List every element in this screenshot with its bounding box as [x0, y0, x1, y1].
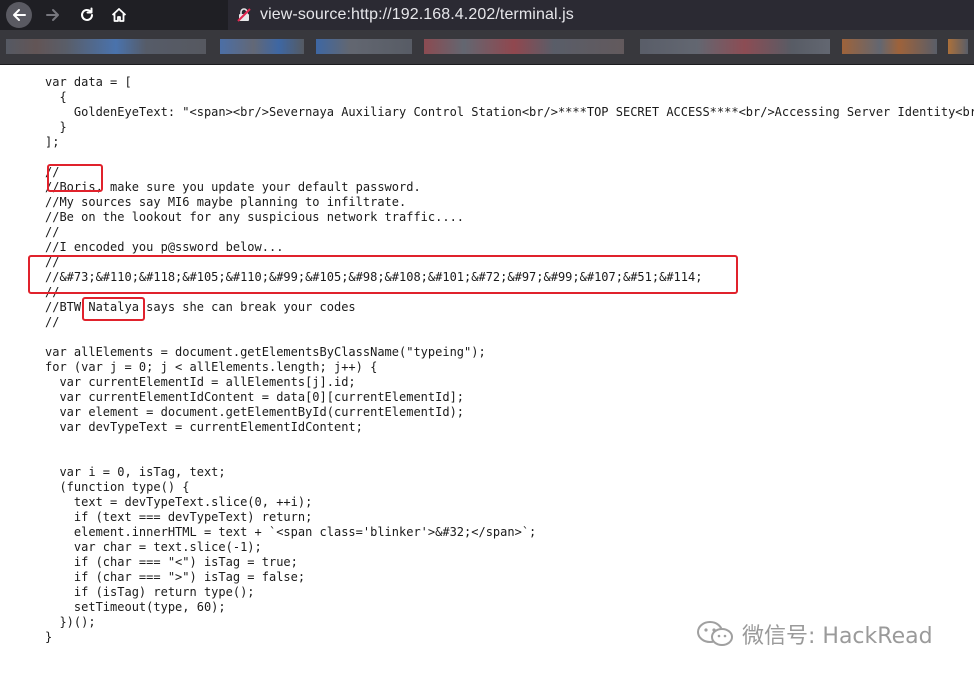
- source-line: var char = text.slice(-1);: [45, 540, 262, 554]
- source-line: for (var j = 0; j < allElements.length; …: [45, 360, 378, 374]
- bookmark-item[interactable]: [424, 39, 624, 54]
- source-line: [45, 450, 974, 465]
- source-line: var element = document.getElementById(cu…: [45, 405, 465, 419]
- source-line: var currentElementIdContent = data[0][cu…: [45, 390, 465, 404]
- bookmark-item[interactable]: [220, 39, 304, 54]
- bookmark-item[interactable]: [6, 39, 206, 54]
- reload-icon: [81, 7, 93, 21]
- source-line: var currentElementId = allElements[j].id…: [45, 375, 356, 389]
- bookmark-item[interactable]: [948, 39, 968, 54]
- home-icon: [111, 8, 127, 22]
- source-line: //My sources say MI6 maybe planning to i…: [45, 195, 407, 209]
- watermark-text: 微信号: HackRead: [742, 624, 933, 649]
- source-line: }: [45, 120, 67, 134]
- browser-toolbar: view-source:http://192.168.4.202/termina…: [0, 0, 974, 30]
- source-line: //Boris, make sure you update your defau…: [45, 180, 421, 194]
- source-line: //BTW Natalya says she can break your co…: [45, 300, 356, 314]
- source-line: if (isTag) return type();: [45, 585, 255, 599]
- highlight-encoded-password: [28, 255, 738, 294]
- source-line: setTimeout(type, 60);: [45, 600, 226, 614]
- source-line: if (text === devTypeText) return;: [45, 510, 313, 524]
- source-line: element.innerHTML = text + `<span class=…: [45, 525, 537, 539]
- url-text[interactable]: view-source:http://192.168.4.202/termina…: [260, 6, 574, 24]
- home-button[interactable]: [106, 2, 132, 28]
- highlight-boris: [47, 164, 103, 192]
- address-bar[interactable]: view-source:http://192.168.4.202/termina…: [228, 0, 974, 30]
- arrow-right-icon: [46, 9, 59, 21]
- bookmark-item[interactable]: [842, 39, 937, 54]
- source-line: [45, 435, 974, 450]
- source-line: {: [45, 90, 67, 104]
- source-line: var i = 0, isTag, text;: [45, 465, 226, 479]
- source-line: var allElements = document.getElementsBy…: [45, 345, 486, 359]
- bookmark-item[interactable]: [316, 39, 412, 54]
- source-line: text = devTypeText.slice(0, ++i);: [45, 495, 313, 509]
- reload-button[interactable]: [74, 2, 100, 28]
- source-line: if (char === ">") isTag = false;: [45, 570, 306, 584]
- wechat-icon: [697, 621, 733, 646]
- arrow-left-icon: [13, 9, 26, 21]
- source-line: //I encoded you p@ssword below...: [45, 240, 284, 254]
- source-line: GoldenEyeText: "<span><br/>Severnaya Aux…: [45, 105, 974, 119]
- source-line: ];: [45, 135, 60, 149]
- source-line: if (char === "<") isTag = true;: [45, 555, 298, 569]
- source-line: (function type() {: [45, 480, 190, 494]
- forward-button[interactable]: [40, 2, 66, 28]
- source-line: var devTypeText = currentElementIdConten…: [45, 420, 363, 434]
- source-view: var data = [ { GoldenEyeText: "<span><br…: [0, 65, 974, 674]
- bookmarks-bar: [0, 30, 974, 65]
- source-line: [45, 330, 974, 345]
- highlight-natalya: [82, 297, 145, 321]
- source-line: //Be on the lookout for any suspicious n…: [45, 210, 465, 224]
- source-line: [45, 150, 974, 165]
- source-line: //: [45, 315, 60, 329]
- watermark: 微信号: HackRead: [696, 618, 933, 650]
- back-button[interactable]: [6, 2, 32, 28]
- source-line: //: [45, 165, 60, 179]
- insecure-lock-icon: [236, 7, 252, 23]
- source-line: var data = [: [45, 75, 132, 89]
- source-line: //: [45, 225, 60, 239]
- bookmark-item[interactable]: [640, 39, 830, 54]
- source-code: var data = [ { GoldenEyeText: "<span><br…: [45, 75, 974, 645]
